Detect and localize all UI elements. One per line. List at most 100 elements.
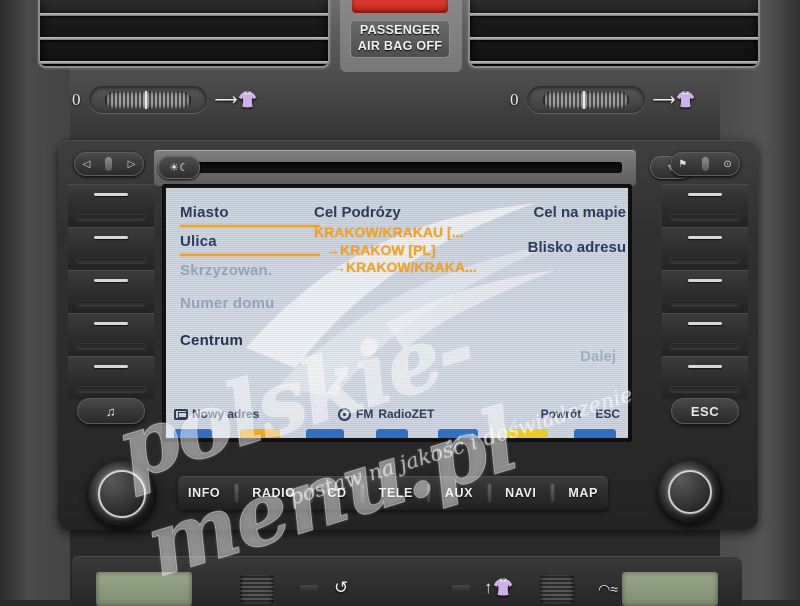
- mode-button-navi[interactable]: NAVI: [501, 486, 540, 500]
- softkey-right-2[interactable]: [662, 227, 748, 270]
- softkey-ridge: [76, 343, 146, 350]
- vent-slat: [470, 13, 758, 16]
- screen-softkey-tab[interactable]: [506, 429, 548, 438]
- screen-softkey-tab[interactable]: [306, 429, 344, 438]
- vent-slat: [40, 37, 328, 40]
- mode-bar-divider: [486, 482, 492, 504]
- recirculation-icon[interactable]: ↺: [334, 578, 348, 598]
- climate-temp-display-right: [622, 572, 718, 606]
- seek-next-icon[interactable]: ▷: [128, 159, 136, 170]
- mode-bar-divider: [233, 482, 239, 504]
- menu-select-knob[interactable]: [658, 460, 722, 524]
- mode-button-radio[interactable]: RADIO: [248, 486, 299, 500]
- destination-entry[interactable]: →KRAKOW [PL]: [314, 242, 494, 260]
- next-button: Dalej: [580, 348, 616, 365]
- volume-power-knob[interactable]: [88, 460, 156, 528]
- back-button[interactable]: Powrót: [541, 407, 582, 421]
- mode-bar-divider: [360, 482, 366, 504]
- screen-softkey-tabs: [166, 425, 628, 438]
- vent-slat: [40, 13, 328, 16]
- flag-icon[interactable]: ⚑: [678, 159, 687, 170]
- softkey-ridge: [76, 214, 146, 221]
- rear-defrost-icon[interactable]: ◠≈: [598, 581, 618, 598]
- menu-item-centrum[interactable]: Centrum: [180, 332, 320, 349]
- vent-dial-left[interactable]: [88, 86, 207, 113]
- vent-dial-left-wheel[interactable]: [104, 90, 191, 109]
- radio-station-label: RadioZET: [378, 407, 435, 421]
- vent-dial-right-label: 0: [510, 89, 519, 109]
- vent-dial-left-label: 0: [72, 89, 81, 109]
- right-softkey-column: [662, 184, 748, 399]
- music-note-button[interactable]: ♫: [77, 398, 145, 424]
- softkey-ridge: [76, 300, 146, 307]
- softkey-right-4[interactable]: [662, 313, 748, 356]
- destination-panel: Cel Podrózy KRAKOW/KRAKAU [... →KRAKOW […: [314, 204, 494, 277]
- softkey-left-1[interactable]: [68, 184, 154, 227]
- menu-underline: [180, 225, 320, 227]
- menu-underline: [180, 254, 320, 256]
- screen-status-bar: Nowy adres FM RadioZET Powrót ESC: [166, 404, 628, 424]
- softkey-right-1[interactable]: [662, 184, 748, 227]
- mode-bar-divider: [308, 482, 314, 504]
- navigation-display: Miasto Ulica Skrzyzowan. Numer domu Cent…: [166, 188, 628, 438]
- softkey-ridge: [670, 300, 740, 307]
- knob-ring: [667, 469, 713, 515]
- screen-softkey-tab[interactable]: [438, 429, 478, 438]
- softkey-left-3[interactable]: [68, 270, 154, 313]
- traffic-info-icon[interactable]: ⊙: [723, 159, 731, 170]
- menu-item-blisko-adresu[interactable]: Blisko adresu: [486, 239, 626, 256]
- music-note-icon: ♫: [105, 403, 117, 419]
- seek-prev-icon[interactable]: ◁: [83, 159, 91, 170]
- vent-dial-right[interactable]: [526, 86, 645, 113]
- screen-softkey-tab[interactable]: [174, 429, 212, 438]
- screen-esc-label[interactable]: ESC: [595, 407, 620, 421]
- destination-entry[interactable]: KRAKOW/KRAKAU [...: [314, 224, 494, 242]
- mode-button-cd[interactable]: CD: [323, 486, 350, 500]
- address-entry-menu: Miasto Ulica Skrzyzowan. Numer domu Cent…: [180, 204, 320, 351]
- traffic-rocker-button[interactable]: ⚑ ⊙: [670, 152, 740, 176]
- esc-button-label: ESC: [690, 403, 720, 419]
- mode-button-map[interactable]: MAP: [564, 486, 602, 500]
- screen-softkey-tab[interactable]: [240, 429, 280, 438]
- softkey-dash-icon: [688, 236, 722, 239]
- cd-slot[interactable]: [168, 162, 622, 173]
- passenger-airbag-off-indicator: PASSENGER AIR BAG OFF: [350, 20, 450, 58]
- esc-button[interactable]: ESC: [671, 398, 739, 424]
- softkey-dash-icon: [94, 322, 128, 325]
- softkey-left-5[interactable]: [68, 356, 154, 399]
- hazard-indicator-strip: [352, 0, 448, 13]
- vent-dial-right-wheel[interactable]: [542, 90, 629, 109]
- menu-item-miasto[interactable]: Miasto: [180, 204, 320, 221]
- softkey-ridge: [76, 386, 146, 393]
- day-night-icon[interactable]: ☀☾: [158, 156, 200, 179]
- softkey-left-2[interactable]: [68, 227, 154, 270]
- softkey-ridge: [670, 386, 740, 393]
- mode-button-tele[interactable]: TELE: [375, 486, 417, 500]
- destination-options-menu: Cel na mapie Blisko adresu: [486, 204, 626, 274]
- softkey-ridge: [670, 343, 740, 350]
- softkey-dash-icon: [688, 279, 722, 282]
- softkey-right-5[interactable]: [662, 356, 748, 399]
- screen-softkey-tab[interactable]: [376, 429, 408, 438]
- display-bezel: Miasto Ulica Skrzyzowan. Numer domu Cent…: [162, 184, 632, 442]
- softkey-right-3[interactable]: [662, 270, 748, 313]
- airflow-direction-icon[interactable]: ↑👚: [484, 578, 514, 598]
- seek-rocker-button[interactable]: ◁ ▷: [74, 152, 144, 176]
- mode-button-info[interactable]: INFO: [184, 486, 224, 500]
- menu-item-numer-domu: Numer domu: [180, 295, 275, 312]
- screen-softkey-tab[interactable]: [574, 429, 616, 438]
- destination-entry[interactable]: →KRAKOW/KRAKA...: [314, 259, 494, 277]
- menu-item-cel-na-mapie[interactable]: Cel na mapie: [486, 204, 626, 221]
- softkey-left-4[interactable]: [68, 313, 154, 356]
- menu-item-ulica[interactable]: Ulica: [180, 233, 320, 250]
- air-vent-right: [468, 0, 760, 68]
- vent-dial-left-group: 0 ⟶👚: [72, 86, 257, 113]
- softkey-ridge: [670, 257, 740, 264]
- new-address-label: Nowy adres: [192, 407, 260, 421]
- left-softkey-column: [68, 184, 154, 399]
- softkey-ridge: [670, 214, 740, 221]
- mode-button-aux[interactable]: AUX: [441, 486, 477, 500]
- climate-indicator-segment: [452, 585, 470, 592]
- radio-band-label: FM: [356, 407, 374, 421]
- new-address-action[interactable]: Nowy adres: [174, 407, 259, 421]
